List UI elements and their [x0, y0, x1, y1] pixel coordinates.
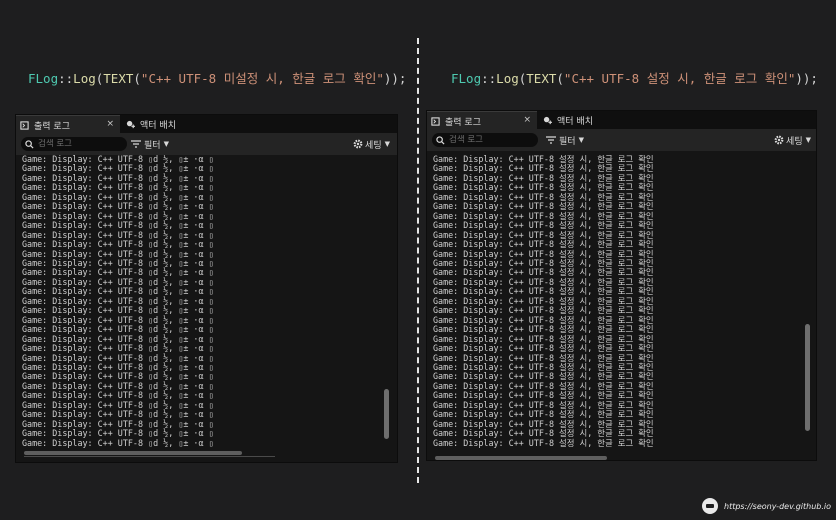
tab-place-actors[interactable]: 액터 배치	[122, 115, 212, 133]
watermark: https://seony-dev.github.io	[702, 498, 831, 514]
filter-button[interactable]: 필터 ▼	[546, 133, 584, 147]
settings-button[interactable]: 세팅 ▼	[774, 133, 811, 147]
code-close: ));	[383, 71, 407, 86]
chevron-down-icon: ▼	[805, 136, 811, 144]
tab-label: 액터 배치	[140, 120, 176, 131]
divider	[417, 38, 419, 483]
filter-icon	[131, 140, 141, 148]
code-paren: (	[133, 71, 141, 86]
vertical-scrollbar[interactable]	[805, 324, 810, 431]
settings-label: 세팅	[365, 140, 382, 151]
log-area: Game: Display: C++ UTF-8 설정 시, 한글 로그 확인 G…	[427, 155, 802, 448]
place-actors-icon	[126, 120, 135, 128]
output-log-icon	[431, 116, 440, 126]
horizontal-scrollbar[interactable]	[435, 456, 607, 460]
code-macro: TEXT	[103, 71, 134, 86]
code-string: "C++ UTF-8 미설정 시, 한글 로그 확인"	[140, 71, 384, 86]
chevron-down-icon: ▼	[578, 136, 584, 144]
tab-bar: 출력 로그 × 액터 배치	[427, 111, 816, 130]
code-function: Log	[73, 71, 96, 86]
close-icon[interactable]: ×	[523, 115, 531, 125]
settings-button[interactable]: 세팅 ▼	[353, 137, 390, 151]
chevron-down-icon: ▼	[384, 140, 390, 148]
code-scope: ::	[481, 71, 497, 86]
watermark-url: https://seony-dev.github.io	[724, 501, 832, 511]
close-icon[interactable]: ×	[106, 119, 114, 129]
horizontal-scroll-track	[24, 456, 275, 457]
search-icon	[436, 135, 445, 145]
vertical-scrollbar[interactable]	[384, 389, 389, 439]
tab-place-actors[interactable]: 액터 배치	[539, 111, 629, 129]
filter-icon	[546, 136, 556, 144]
filter-button[interactable]: 필터 ▼	[131, 137, 169, 151]
code-class: FLog	[451, 71, 482, 86]
code-scope: ::	[58, 71, 74, 86]
output-log-icon	[20, 120, 29, 130]
tab-label: 액터 배치	[557, 116, 593, 127]
search-box[interactable]	[21, 137, 127, 151]
code-macro: TEXT	[526, 71, 557, 86]
place-actors-icon	[543, 116, 552, 124]
log-toolbar: 필터▼ 세팅▼	[16, 133, 397, 155]
log-line: Game: Display: C++ UTF-8 ▯d ½, ▯± ·α ▯	[22, 437, 214, 448]
gear-icon	[353, 139, 363, 149]
code-paren: (	[556, 71, 564, 86]
tab-bar: 출력 로그 × 액터 배치	[16, 115, 397, 134]
log-toolbar: 필터▼ 세팅▼	[427, 129, 816, 151]
search-input[interactable]	[449, 135, 529, 145]
filter-label: 필터	[144, 140, 161, 151]
code-line-right: FLog::Log(TEXT("C++ UTF-8 설정 시, 한글 로그 확인…	[451, 68, 818, 87]
tab-output-log[interactable]: 출력 로그 ×	[16, 115, 120, 134]
gear-icon	[774, 135, 784, 145]
blog-logo-icon	[702, 498, 718, 514]
code-line-left: FLog::Log(TEXT("C++ UTF-8 미설정 시, 한글 로그 확…	[28, 68, 406, 87]
output-log-panel-right: 출력 로그 × 액터 배치 필터▼ 세팅▼ Game: Display: C++…	[426, 110, 817, 461]
settings-label: 세팅	[786, 136, 803, 147]
code-string: "C++ UTF-8 설정 시, 한글 로그 확인"	[563, 71, 796, 86]
code-close: ));	[795, 71, 818, 86]
code-class: FLog	[28, 71, 59, 86]
search-input[interactable]	[38, 139, 118, 149]
chevron-down-icon: ▼	[163, 140, 169, 148]
horizontal-scrollbar[interactable]	[24, 451, 242, 455]
tab-output-log[interactable]: 출력 로그 ×	[427, 111, 537, 130]
filter-label: 필터	[559, 136, 576, 147]
tab-label: 출력 로그	[445, 117, 481, 128]
output-log-panel-left: 출력 로그 × 액터 배치 필터▼ 세팅▼ Game: Display: C++…	[15, 114, 398, 463]
search-icon	[25, 139, 34, 149]
tab-label: 출력 로그	[34, 121, 70, 132]
log-area: Game: Display: C++ UTF-8 ▯d ½, ▯± ·α ▯ Ga…	[16, 155, 383, 450]
search-box[interactable]	[432, 133, 538, 147]
code-function: Log	[496, 71, 519, 86]
